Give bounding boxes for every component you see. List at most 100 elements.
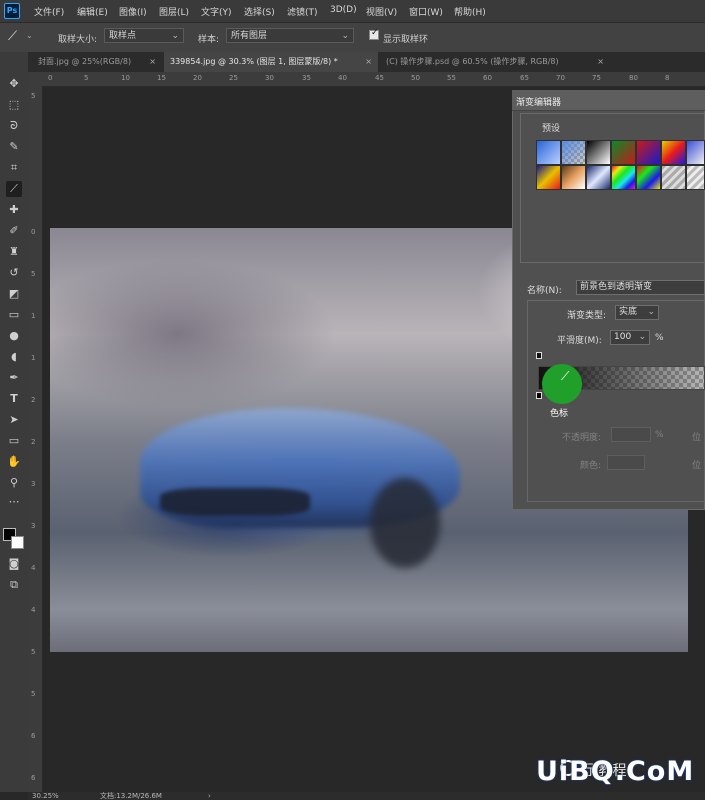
color-stops-label: 色标 xyxy=(550,409,569,419)
ruler-tick-label: 5 xyxy=(31,270,36,278)
menu-select[interactable]: 选择(S) xyxy=(244,5,275,18)
history-brush-tool-icon[interactable]: ↺ xyxy=(6,265,22,281)
menu-type[interactable]: 文字(Y) xyxy=(201,5,232,18)
crop-tool-icon[interactable]: ⌗ xyxy=(6,160,22,176)
tab-steps[interactable]: (C) 操作步骤.psd @ 60.5% (操作步骤, RGB/8) × xyxy=(380,52,610,72)
healing-brush-tool-icon[interactable]: ✚ xyxy=(6,202,22,218)
ruler-tick-label: 55 xyxy=(447,74,456,82)
marquee-tool-icon[interactable]: ⬚ xyxy=(6,97,22,113)
menu-image[interactable]: 图像(I) xyxy=(119,5,147,18)
tab-cover[interactable]: 封面.jpg @ 25%(RGB/8) × xyxy=(32,52,162,72)
preset-swatch[interactable] xyxy=(536,165,561,190)
close-icon[interactable]: × xyxy=(597,52,604,72)
preset-swatch[interactable] xyxy=(536,140,561,165)
menu-3d[interactable]: 3D(D) xyxy=(330,5,357,15)
preset-swatch[interactable] xyxy=(586,140,611,165)
smoothness-input[interactable]: 100 ⌄ xyxy=(610,330,650,345)
preset-swatch[interactable] xyxy=(686,165,705,190)
menu-help[interactable]: 帮助(H) xyxy=(454,5,486,18)
ruler-tick-label: 0 xyxy=(31,228,36,236)
opacity-label: 不透明度: xyxy=(562,433,602,443)
smoothness-label: 平滑度(M): xyxy=(557,336,602,346)
background-color-swatch[interactable] xyxy=(11,536,24,549)
document-size: 文档:13.2M/26.6M xyxy=(100,792,162,800)
location-label-2: 位 xyxy=(692,461,702,471)
eyedropper-tool-icon[interactable]: ⟋ xyxy=(6,181,22,197)
color-stop[interactable] xyxy=(536,392,542,399)
hand-tool-icon[interactable]: ✋ xyxy=(6,454,22,470)
tab-339854[interactable]: 339854.jpg @ 30.3% (图层 1, 图层蒙版/8) * × xyxy=(164,52,378,72)
color-label: 颜色: xyxy=(580,461,602,471)
menu-layer[interactable]: 图层(L) xyxy=(159,5,189,18)
sample-select[interactable]: 所有图层 ⌄ xyxy=(226,28,354,43)
preset-swatch[interactable] xyxy=(611,165,636,190)
smoothness-value: 100 xyxy=(614,332,632,342)
brush-tool-icon[interactable]: ✐ xyxy=(6,223,22,239)
gradient-tool-icon[interactable]: ▭ xyxy=(6,307,22,323)
ruler-tick-label: 75 xyxy=(592,74,601,82)
close-icon[interactable]: × xyxy=(365,52,372,72)
ruler-tick-label: 2 xyxy=(31,396,36,404)
dodge-tool-icon[interactable]: ◖ xyxy=(6,349,22,365)
show-sampling-ring-label: 显示取样环 xyxy=(383,35,429,45)
quick-mask-icon[interactable]: ◙ xyxy=(6,556,22,572)
smoothness-unit: % xyxy=(655,333,664,343)
more-tools-icon[interactable]: ⋯ xyxy=(6,494,22,510)
screen-mode-icon[interactable]: ⧉ xyxy=(6,577,22,593)
zoom-level[interactable]: 30.25% xyxy=(32,792,59,800)
eyedropper-icon: ⟋ xyxy=(561,369,570,383)
close-icon[interactable]: × xyxy=(149,52,156,72)
preset-swatch[interactable] xyxy=(561,140,586,165)
preset-swatch[interactable] xyxy=(561,165,586,190)
ruler-tick-label: 5 xyxy=(31,648,36,656)
tab-label: (C) 操作步骤.psd @ 60.5% (操作步骤, RGB/8) xyxy=(386,57,559,66)
pen-tool-icon[interactable]: ✒ xyxy=(6,370,22,386)
preset-swatch[interactable] xyxy=(661,165,686,190)
sample-label: 样本: xyxy=(198,35,220,45)
opacity-input[interactable] xyxy=(611,427,651,442)
ruler-origin[interactable] xyxy=(28,72,44,86)
menu-filter[interactable]: 滤镜(T) xyxy=(287,5,318,18)
ruler-tick-label: 15 xyxy=(157,74,166,82)
opacity-stop[interactable] xyxy=(536,352,542,359)
preset-swatch[interactable] xyxy=(611,140,636,165)
blur-tool-icon[interactable]: ● xyxy=(6,328,22,344)
preset-swatch[interactable] xyxy=(686,140,705,165)
sample-size-select[interactable]: 取样点 ⌄ xyxy=(104,28,184,43)
preset-swatch[interactable] xyxy=(636,165,661,190)
quick-select-tool-icon[interactable]: ✎ xyxy=(6,139,22,155)
lasso-tool-icon[interactable]: ᘐ xyxy=(6,118,22,134)
chevron-down-icon[interactable]: ⌄ xyxy=(26,31,33,40)
ruler-tick-label: 3 xyxy=(31,480,36,488)
zoom-tool-icon[interactable]: ⚲ xyxy=(6,475,22,491)
location-label: 位 xyxy=(692,433,702,443)
status-menu-arrow[interactable]: › xyxy=(208,792,211,800)
ruler-tick-label: 5 xyxy=(84,74,89,82)
gradient-type-select[interactable]: 实底 ⌄ xyxy=(615,305,659,320)
clone-stamp-tool-icon[interactable]: ♜ xyxy=(6,244,22,260)
ruler-tick-label: 35 xyxy=(302,74,311,82)
preset-swatch[interactable] xyxy=(586,165,611,190)
preset-swatch[interactable] xyxy=(636,140,661,165)
type-tool-icon[interactable]: T xyxy=(6,391,22,407)
ruler-tick-label: 8 xyxy=(665,74,670,82)
menu-file[interactable]: 文件(F) xyxy=(34,5,64,18)
eraser-tool-icon[interactable]: ◩ xyxy=(6,286,22,302)
ruler-tick-label: 4 xyxy=(31,564,36,572)
menu-edit[interactable]: 编辑(E) xyxy=(77,5,108,18)
checkmark-icon: ✓ xyxy=(371,28,379,38)
tab-label: 封面.jpg @ 25%(RGB/8) xyxy=(38,57,132,66)
path-selection-tool-icon[interactable]: ➤ xyxy=(6,412,22,428)
gradient-name-label: 名称(N): xyxy=(527,286,562,296)
stop-color-swatch[interactable] xyxy=(607,455,645,470)
rectangle-tool-icon[interactable]: ▭ xyxy=(6,433,22,449)
preset-swatch[interactable] xyxy=(661,140,686,165)
move-tool-icon[interactable]: ✥ xyxy=(6,76,22,92)
show-sampling-ring-checkbox[interactable]: ✓ xyxy=(369,28,379,40)
photoshop-logo[interactable]: Ps xyxy=(4,3,20,19)
menu-view[interactable]: 视图(V) xyxy=(366,5,397,18)
menu-window[interactable]: 窗口(W) xyxy=(409,5,443,18)
presets-label: 预设 xyxy=(542,124,561,134)
gradient-name-input[interactable]: 前景色到透明渐变 xyxy=(576,280,705,295)
eyedropper-icon[interactable]: ⟋ xyxy=(8,29,17,44)
